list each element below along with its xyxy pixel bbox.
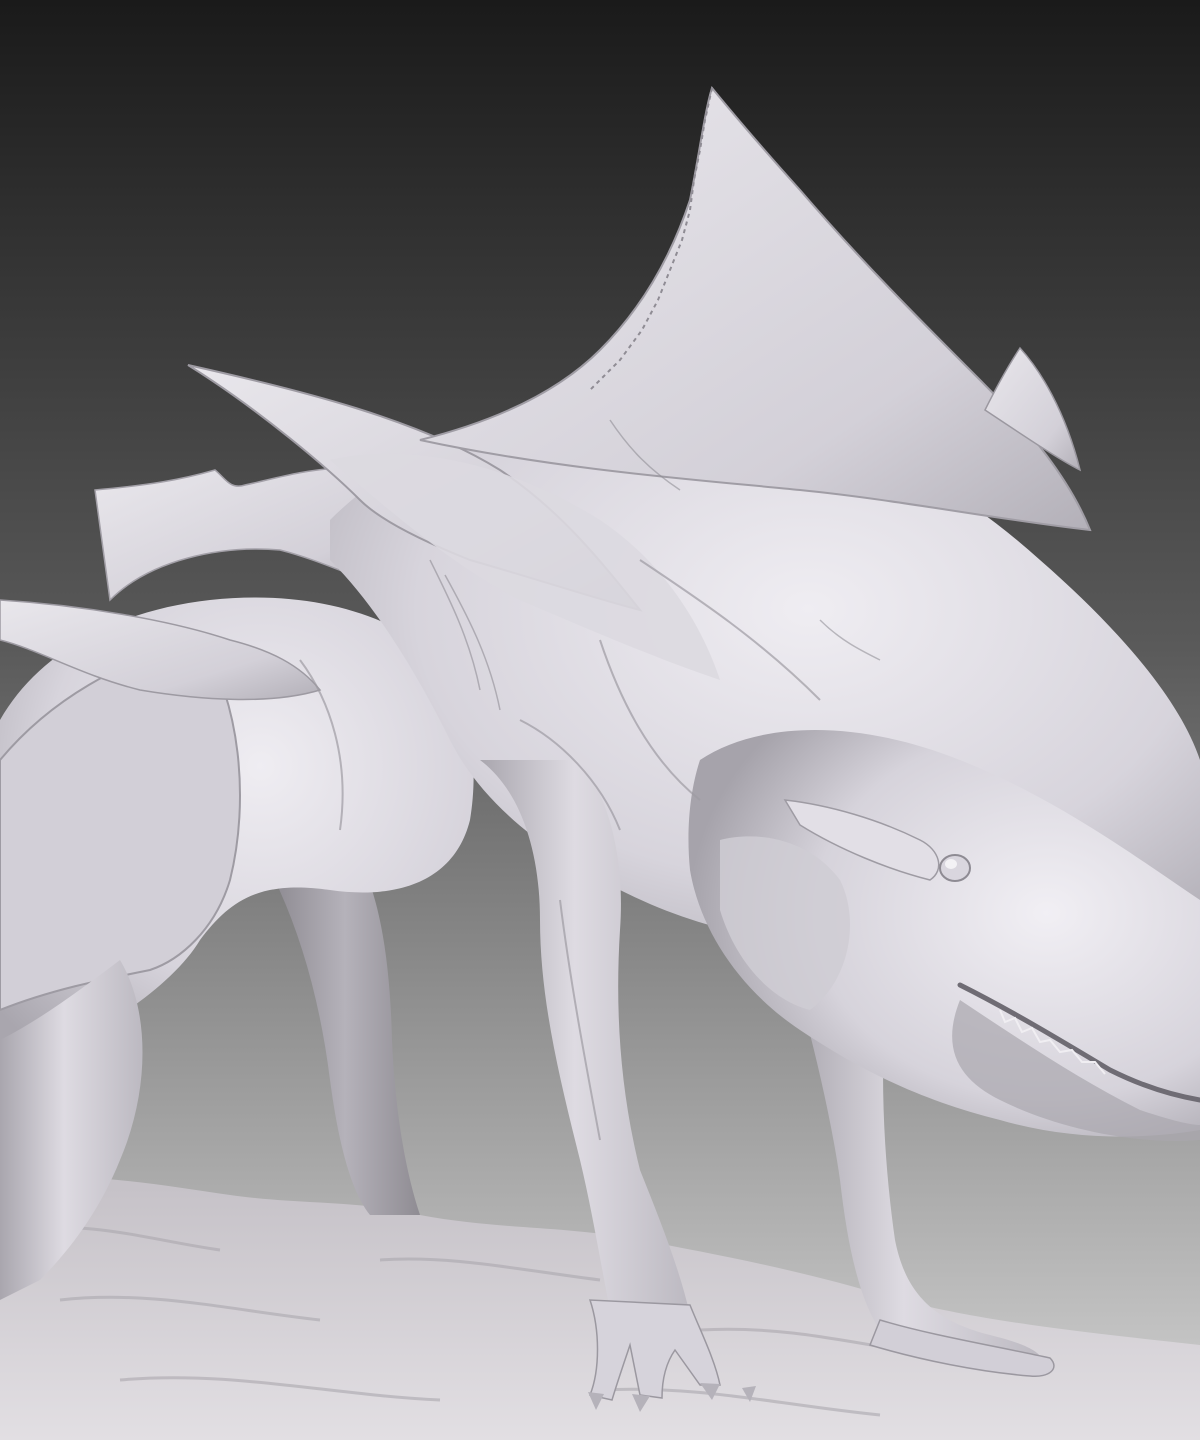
eye <box>939 854 971 882</box>
eye-highlight <box>945 859 957 869</box>
sculpt-render <box>0 0 1200 1440</box>
render-viewport <box>0 0 1200 1440</box>
